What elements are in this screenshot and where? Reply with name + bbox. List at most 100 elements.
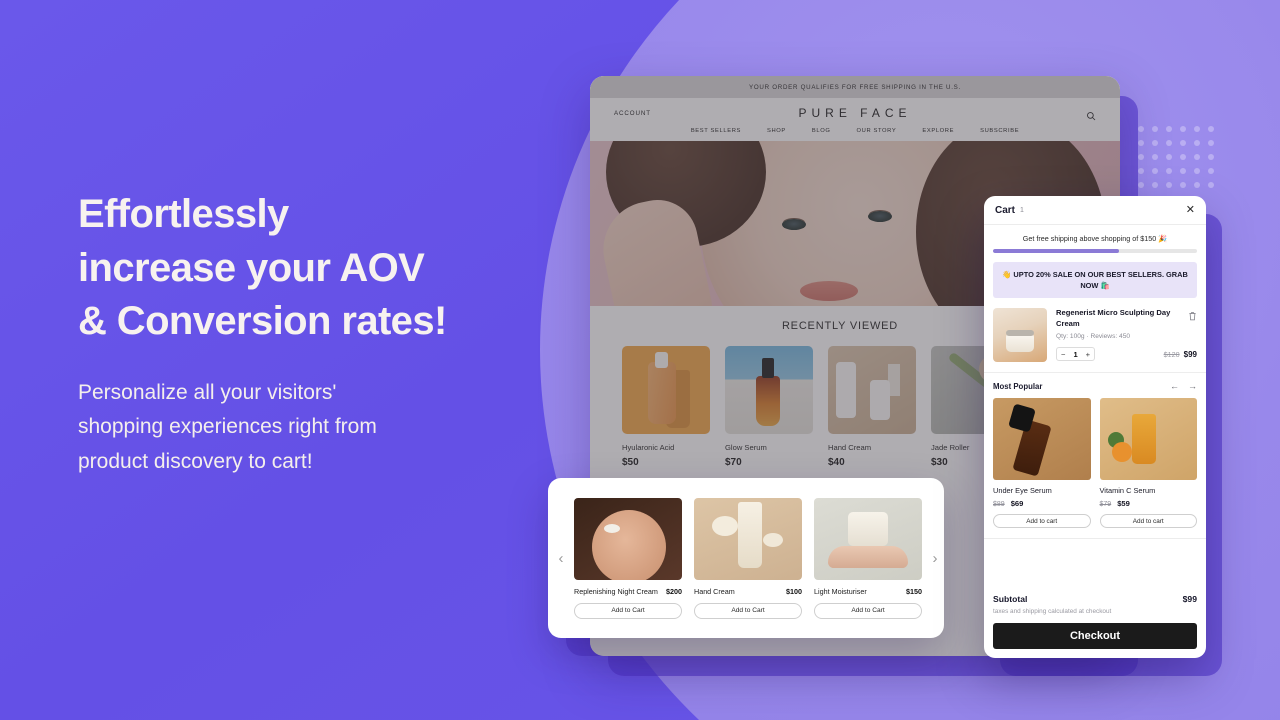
product-name: Replenishing Night Cream — [574, 586, 658, 596]
product-price: $40 — [828, 457, 845, 468]
product-image — [828, 346, 916, 434]
quantity-increment-button[interactable]: + — [1082, 351, 1094, 359]
promo-banner[interactable]: 👋 UPTO 20% SALE ON OUR BEST SELLERS. GRA… — [993, 262, 1197, 299]
most-popular-title: Most Popular — [993, 382, 1043, 392]
product-name: Glow Serum — [725, 443, 767, 452]
quantity-decrement-button[interactable]: − — [1057, 351, 1069, 359]
cart-header: Cart 1 ✕ — [984, 196, 1206, 225]
cart-item-count: 1 — [1020, 206, 1024, 214]
subtotal-label: Subtotal — [993, 594, 1028, 604]
product-name: Light Moisturiser — [814, 586, 867, 596]
chevron-right-icon[interactable]: › — [922, 550, 948, 567]
store-logo[interactable]: PURE FACE — [590, 106, 1120, 120]
cart-item-price-current: $99 — [1183, 349, 1197, 359]
cart-item-price: $120 $99 — [1164, 350, 1197, 359]
headline-line-3: & Conversion rates! — [78, 299, 447, 344]
product-price: $200 — [666, 586, 682, 596]
chevron-left-icon[interactable]: ‹ — [548, 550, 574, 567]
close-icon[interactable]: ✕ — [1186, 204, 1195, 216]
free-shipping-progress-fill — [993, 249, 1120, 253]
nav-item[interactable]: OUR STORY — [857, 128, 897, 134]
carousel-product-card[interactable]: Hand Cream $100 Add to Cart — [694, 497, 802, 619]
product-price-current: $59 — [1117, 499, 1130, 509]
subtitle-line-2: shopping experiences right from — [78, 415, 377, 439]
product-price-current: $69 — [1010, 499, 1024, 509]
hero-subtitle: Personalize all your visitors' shopping … — [78, 376, 548, 480]
add-to-cart-button[interactable]: Add to cart — [1099, 514, 1197, 529]
most-popular-card[interactable]: Under Eye Serum $89 $69 Add to cart — [993, 398, 1091, 529]
cart-line-item: Regenerist Micro Sculpting Day Cream Qty… — [984, 308, 1206, 374]
subtitle-line-1: Personalize all your visitors' — [78, 380, 337, 404]
recently-viewed-item[interactable]: Hand Cream $40 — [828, 346, 916, 468]
quantity-stepper[interactable]: − 1 + — [1056, 347, 1096, 362]
decorative-dot-grid-top-right — [1138, 126, 1214, 188]
page-title: Effortlessly increase your AOV & Convers… — [78, 188, 548, 349]
recently-viewed-item[interactable]: Hyularonic Acid $50 — [622, 346, 710, 468]
product-price: $150 — [906, 586, 922, 596]
trash-icon[interactable] — [1188, 308, 1197, 321]
store-header: ACCOUNT PURE FACE BEST SELLERS SHOP BLOG OU… — [590, 98, 1120, 141]
product-name: Hand Cream — [694, 586, 735, 596]
arrow-left-icon[interactable]: ← — [1170, 382, 1179, 391]
nav-item[interactable]: BEST SELLERS — [691, 128, 741, 134]
subtotal-row: Subtotal $99 — [993, 594, 1197, 604]
product-price: $79 $59 — [1100, 499, 1198, 508]
announcement-bar: YOUR ORDER QUALIFIES FOR FREE SHIPPING I… — [590, 76, 1120, 98]
store-header-row: ACCOUNT PURE FACE — [590, 106, 1120, 121]
carousel-product-card[interactable]: Replenishing Night Cream $200 Add to Cart — [574, 497, 682, 619]
recently-viewed-item[interactable]: Glow Serum $70 — [725, 346, 813, 468]
nav-item[interactable]: SUBSCRIBE — [980, 128, 1019, 134]
hero-model-eye-left — [782, 219, 806, 230]
cart-item-name: Regenerist Micro Sculpting Day Cream — [1056, 308, 1171, 328]
free-shipping-progress-bar — [993, 249, 1197, 253]
product-meta: Replenishing Night Cream $200 — [574, 587, 682, 596]
nav-item[interactable]: SHOP — [767, 128, 786, 134]
carousel-track: Replenishing Night Cream $200 Add to Cart H… — [574, 497, 922, 619]
product-image — [694, 497, 802, 580]
cart-item-details: Regenerist Micro Sculpting Day Cream Qty… — [1056, 308, 1197, 362]
free-shipping-message: Get free shipping above shopping of $150… — [1022, 234, 1168, 243]
add-to-cart-button[interactable]: Add to Cart — [574, 602, 682, 619]
product-price-original: $79 — [1099, 501, 1112, 509]
nav-item[interactable]: EXPLORE — [922, 128, 954, 134]
most-popular-list: Under Eye Serum $89 $69 Add to cart Vitamin … — [984, 398, 1206, 540]
subtitle-line-3: product discovery to cart! — [78, 450, 313, 474]
checkout-button[interactable]: Checkout — [993, 623, 1197, 649]
subtotal-note: taxes and shipping calculated at checkou… — [993, 608, 1112, 615]
nav-item[interactable]: BLOG — [812, 128, 831, 134]
product-image — [725, 346, 813, 434]
search-icon[interactable] — [1086, 108, 1096, 121]
product-price: $70 — [725, 457, 742, 468]
product-image — [622, 346, 710, 434]
cart-item-price-original: $120 — [1163, 349, 1180, 359]
most-popular-nav: ← → — [1170, 382, 1197, 391]
product-price: $89 $69 — [993, 499, 1091, 508]
hero-model-eye-right — [868, 211, 892, 222]
cart-item-thumbnail — [993, 308, 1047, 363]
product-image — [1099, 398, 1197, 481]
product-price: $100 — [786, 586, 802, 596]
arrow-right-icon[interactable]: → — [1188, 382, 1197, 391]
product-meta: Hand Cream $100 — [694, 587, 802, 596]
product-carousel-card: ‹ Replenishing Night Cream $200 Add to Car… — [548, 478, 944, 638]
store-nav: BEST SELLERS SHOP BLOG OUR STORY EXPLORE SUBS… — [590, 128, 1120, 134]
product-name: Hand Cream — [828, 443, 872, 452]
product-name: Vitamin C Serum — [1099, 486, 1156, 496]
most-popular-card[interactable]: Vitamin C Serum $79 $59 Add to cart — [1099, 398, 1198, 529]
cart-drawer: Cart 1 ✕ Get free shipping above shoppin… — [984, 196, 1206, 658]
add-to-cart-button[interactable]: Add to cart — [993, 514, 1091, 529]
cart-title: Cart — [995, 204, 1016, 216]
product-image — [814, 497, 922, 580]
headline-line-1: Effortlessly — [78, 192, 289, 236]
hero-copy: Effortlessly increase your AOV & Convers… — [78, 188, 548, 480]
add-to-cart-button[interactable]: Add to Cart — [814, 602, 922, 619]
product-price: $50 — [622, 457, 639, 468]
carousel-product-card[interactable]: Light Moisturiser $150 Add to Cart — [814, 497, 922, 619]
product-name: Hyularonic Acid — [622, 443, 675, 452]
product-image — [574, 497, 682, 580]
add-to-cart-button[interactable]: Add to Cart — [694, 602, 802, 619]
hero-model-lips — [800, 281, 858, 301]
subtotal-value: $99 — [1182, 594, 1197, 604]
quantity-value: 1 — [1073, 349, 1078, 359]
product-image — [993, 398, 1091, 481]
